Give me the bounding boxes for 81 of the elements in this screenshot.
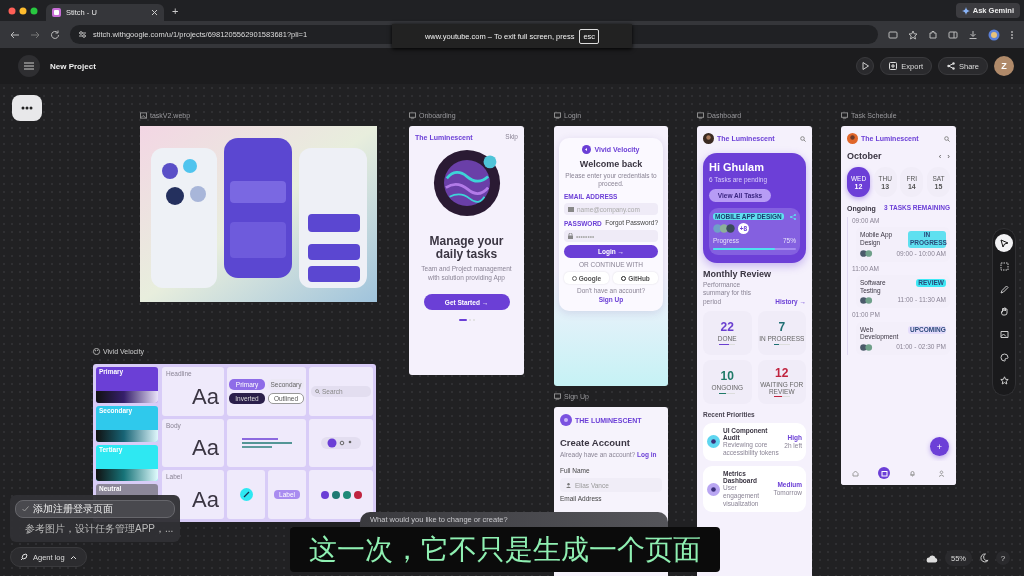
avatar-group-icon: [860, 250, 874, 258]
lines-drawing: [241, 438, 292, 448]
search-icon: [315, 388, 320, 394]
logo-icon: [560, 414, 572, 426]
project-title: New Project: [50, 61, 96, 71]
avatar-icon: [847, 133, 858, 144]
phone-frame-icon: [697, 112, 704, 119]
stat-value: 12: [775, 365, 789, 380]
avatar-icon: [703, 133, 714, 144]
new-tab-button[interactable]: +: [172, 4, 179, 17]
headline: Create Account: [560, 437, 631, 448]
phone-frame-icon: [554, 112, 561, 119]
logo-icon: [582, 145, 592, 154]
video-subtitle: 这一次，它不只是生成一个页面: [290, 527, 720, 572]
more-icon[interactable]: [1010, 29, 1014, 40]
window-controls-icon[interactable]: [8, 6, 38, 15]
icon-bar-drawing: [321, 437, 361, 449]
close-icon[interactable]: [151, 9, 158, 16]
chevron-up-icon: [69, 554, 77, 560]
ellipsis-icon: [21, 106, 33, 110]
add-button[interactable]: +: [930, 437, 949, 456]
section-title: Monthly Review: [703, 269, 772, 280]
greeting: Hi Ghulam: [709, 161, 764, 173]
select-icon: [999, 261, 1009, 271]
profile-icon[interactable]: [988, 28, 1000, 41]
pointer-icon: [999, 238, 1009, 248]
next-button[interactable]: ›: [947, 151, 950, 161]
cloud-icon[interactable]: [926, 553, 938, 563]
menu-button[interactable]: [18, 55, 40, 77]
person-icon: [566, 482, 571, 488]
forward-icon[interactable]: [30, 29, 40, 40]
site-settings-icon[interactable]: [78, 30, 87, 39]
avatar-group-icon: [860, 296, 874, 304]
pen-icon: [999, 284, 1009, 294]
palette-icon: [999, 353, 1009, 363]
headline: Welcome back: [578, 159, 644, 169]
star-icon: [999, 376, 1009, 385]
image-icon: [999, 330, 1009, 340]
pointer-tool[interactable]: [995, 234, 1013, 253]
edit-fab-icon: [239, 488, 253, 502]
back-icon[interactable]: [10, 29, 20, 40]
calendar-tab[interactable]: [878, 467, 891, 479]
star-icon[interactable]: [908, 29, 918, 40]
image-icon: [140, 112, 147, 119]
calendar-icon: [880, 469, 888, 477]
side-panel-icon[interactable]: [948, 29, 958, 40]
type-sample: Aa: [192, 487, 219, 513]
type-sample: Aa: [192, 435, 219, 462]
hand-icon: [999, 307, 1009, 317]
stat-value: 10: [720, 369, 734, 384]
log-entry[interactable]: 参考图片，设计任务管理APP，...: [15, 521, 175, 537]
menu-icon: [24, 62, 34, 70]
export-icon: [889, 62, 898, 70]
favicon-icon: [52, 8, 61, 17]
download-icon[interactable]: [968, 29, 978, 40]
play-icon: [861, 62, 869, 70]
more-button[interactable]: [12, 95, 42, 121]
log-entry[interactable]: 添加注册登录页面: [15, 500, 175, 518]
phone-frame-icon: [409, 112, 416, 119]
help-button[interactable]: ?: [996, 551, 1010, 565]
headline: Manage your daily tasks: [428, 235, 505, 261]
moon-icon[interactable]: [979, 553, 989, 563]
avatar-group-icon: [860, 343, 874, 351]
check-icon: [22, 506, 29, 512]
phone-frame-icon: [841, 112, 848, 119]
reload-icon[interactable]: [50, 29, 60, 40]
type-sample: Aa: [192, 383, 219, 410]
month-title: October: [847, 151, 882, 161]
user-icon: [938, 469, 946, 477]
stat-value: 22: [720, 320, 734, 335]
palette-icon: [93, 348, 100, 355]
previous-button[interactable]: ‹: [938, 151, 942, 161]
play-button[interactable]: [856, 57, 875, 75]
sparkle-icon: [961, 6, 970, 15]
lock-icon: [568, 233, 573, 240]
phone-frame-icon: [554, 393, 561, 400]
bell-icon: [909, 469, 917, 477]
home-icon: [851, 469, 859, 477]
share-icon: [947, 62, 955, 70]
share-icon[interactable]: [790, 213, 796, 220]
stat-value: 7: [778, 320, 786, 335]
